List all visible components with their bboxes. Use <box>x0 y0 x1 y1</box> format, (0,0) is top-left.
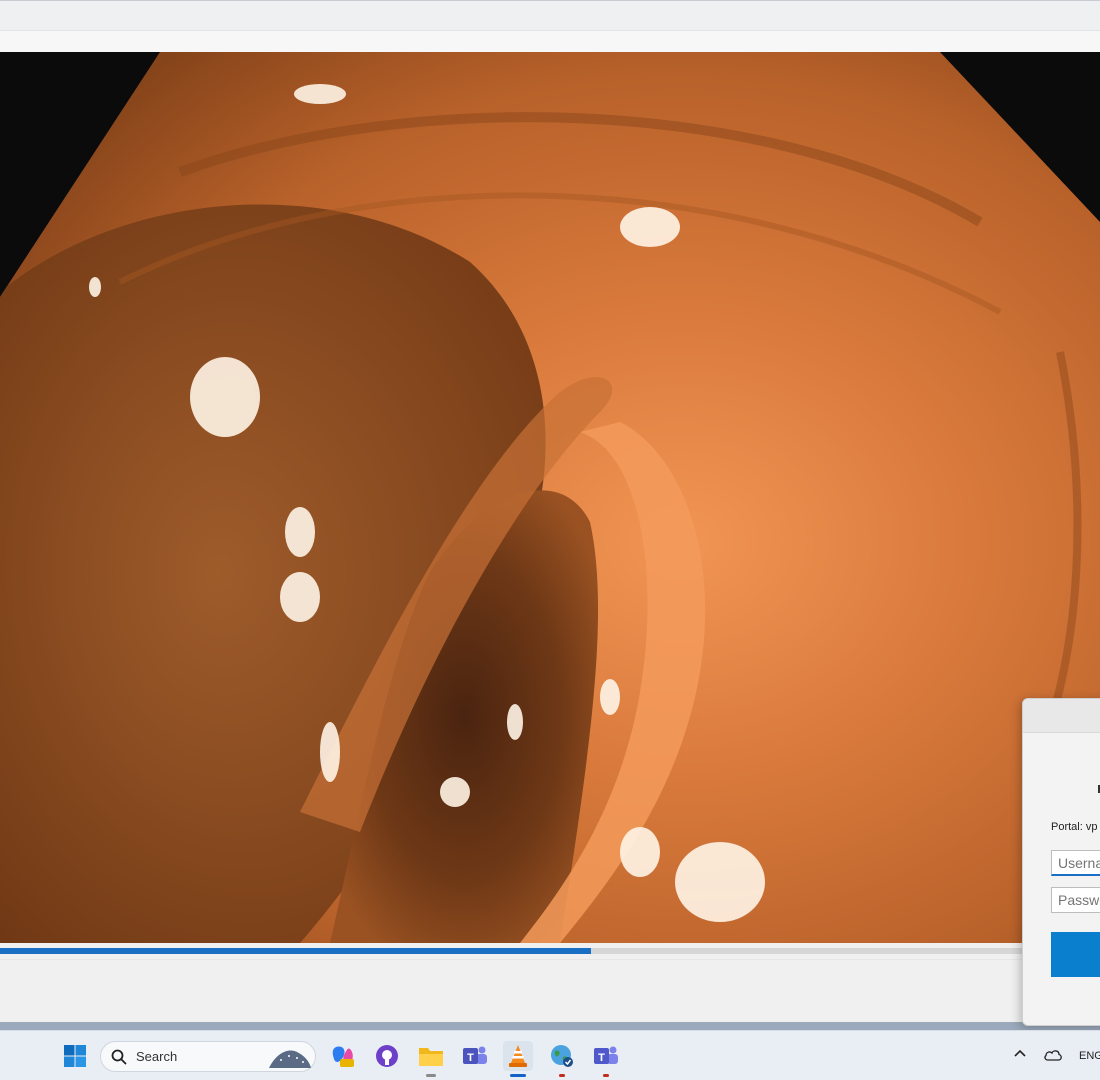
title-bar[interactable] <box>0 0 1100 31</box>
teams-icon[interactable]: T <box>460 1041 490 1071</box>
username-input[interactable] <box>1051 850 1100 876</box>
media-player-window <box>0 0 1100 1030</box>
playback-controls-area <box>0 959 1100 1023</box>
password-input[interactable] <box>1051 887 1100 913</box>
onedrive-cloud-icon[interactable] <box>1043 1048 1063 1062</box>
seek-bar[interactable] <box>0 943 1100 959</box>
language-indicator[interactable]: ENG <box>1079 1050 1100 1062</box>
copilot-icon[interactable] <box>328 1041 358 1071</box>
taskbar: Search T T ENG <box>0 1030 1100 1080</box>
search-highlight-icon <box>269 1050 311 1068</box>
file-explorer-icon[interactable] <box>416 1041 446 1077</box>
endoscopy-video-image <box>0 52 1100 943</box>
vlc-icon[interactable] <box>503 1041 533 1077</box>
video-frame[interactable] <box>0 52 1100 943</box>
windows-start-icon[interactable] <box>60 1041 90 1071</box>
seek-track[interactable] <box>0 948 1100 954</box>
vpn-login-dialog: Portal: vp <box>1022 698 1100 1026</box>
player-bottom-edge <box>0 1022 1100 1030</box>
chevron-up-icon[interactable] <box>1012 1047 1028 1059</box>
connect-button[interactable] <box>1051 932 1100 977</box>
running-indicator <box>426 1074 436 1077</box>
dialog-header[interactable] <box>1023 699 1100 733</box>
search-label: Search <box>136 1049 178 1064</box>
svg-text:T: T <box>467 1052 474 1064</box>
search-icon <box>111 1049 127 1065</box>
seek-progress-fill <box>0 948 591 954</box>
taskbar-search-box[interactable]: Search <box>100 1041 316 1072</box>
attention-indicator <box>559 1074 565 1077</box>
svg-text:T: T <box>598 1052 605 1064</box>
vpn-globe-icon[interactable] <box>547 1041 577 1077</box>
active-indicator <box>510 1074 526 1077</box>
teams-classic-icon[interactable]: T <box>591 1041 621 1077</box>
menu-bar[interactable] <box>0 31 1100 52</box>
github-icon[interactable] <box>372 1041 402 1071</box>
attention-indicator <box>603 1074 609 1077</box>
portal-label: Portal: vp <box>1051 821 1098 833</box>
